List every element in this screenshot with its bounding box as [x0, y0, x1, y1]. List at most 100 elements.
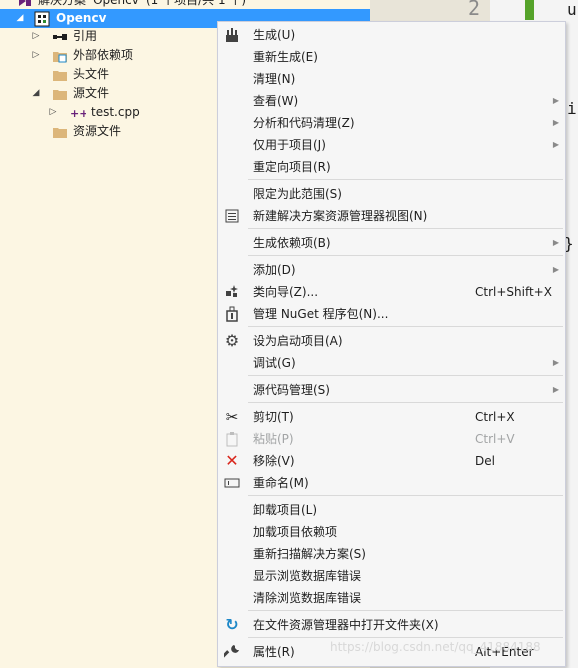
menu-item-project-only[interactable]: 仅用于项目(J) ▶: [218, 134, 565, 156]
menu-separator: [248, 326, 563, 327]
external-dependencies-icon: [52, 48, 68, 64]
menu-item-label: 粘贴(P): [253, 432, 294, 446]
menu-item-label: 移除(V): [253, 454, 295, 468]
menu-item-label: 设为启动项目(A): [253, 334, 343, 348]
menu-separator: [248, 375, 563, 376]
expanded-arrow-icon[interactable]: ◢: [31, 84, 41, 103]
menu-item-clear-db-errors[interactable]: 清除浏览数据库错误: [218, 587, 565, 609]
menu-item-build[interactable]: 生成(U): [218, 24, 565, 46]
menu-separator: [248, 228, 563, 229]
project-icon: [34, 11, 50, 27]
menu-item-label: 清除浏览数据库错误: [253, 591, 362, 605]
menu-item-rebuild[interactable]: 重新生成(E): [218, 46, 565, 68]
menu-item-label: 调试(G): [253, 356, 296, 370]
submenu-arrow-icon: ▶: [552, 238, 559, 247]
menu-item-new-view[interactable]: 新建解决方案资源管理器视图(N): [218, 205, 565, 227]
menu-item-shortcut: Ctrl+V: [475, 432, 515, 446]
menu-item-remove[interactable]: ✕ 移除(V) Del: [218, 450, 565, 472]
submenu-arrow-icon: ▶: [552, 118, 559, 127]
menu-item-show-db-errors[interactable]: 显示浏览数据库错误: [218, 565, 565, 587]
menu-item-shortcut: Del: [475, 454, 495, 468]
menu-item-manage-nuget[interactable]: 管理 NuGet 程序包(N)...: [218, 303, 565, 325]
menu-item-cut[interactable]: ✂ 剪切(T) Ctrl+X: [218, 406, 565, 428]
menu-item-set-startup[interactable]: ⚙ 设为启动项目(A): [218, 330, 565, 352]
menu-item-label: 重新生成(E): [253, 50, 318, 64]
menu-item-debug[interactable]: 调试(G) ▶: [218, 352, 565, 374]
folder-icon: [52, 124, 68, 140]
svg-text:++: ++: [70, 107, 86, 120]
collapsed-arrow-icon[interactable]: ▷: [31, 27, 41, 46]
menu-item-label: 加载项目依赖项: [253, 525, 338, 539]
menu-separator: [248, 255, 563, 256]
wrench-icon: [221, 644, 240, 660]
change-indicator: [525, 0, 534, 20]
menu-item-label: 生成(U): [253, 28, 296, 42]
menu-item-rescan-solution[interactable]: 重新扫描解决方案(S): [218, 543, 565, 565]
menu-item-label: 分析和代码清理(Z): [253, 116, 355, 130]
open-folder-icon: ↻: [225, 615, 239, 634]
menu-item-add[interactable]: 添加(D) ▶: [218, 259, 565, 281]
menu-separator: [248, 179, 563, 180]
menu-item-label: 查看(W): [253, 94, 299, 108]
tree-item-label: 头文件: [73, 67, 110, 81]
collapsed-arrow-icon[interactable]: ▷: [31, 46, 41, 65]
menu-item-label: 类向导(Z)...: [253, 285, 319, 299]
submenu-arrow-icon: ▶: [552, 265, 559, 274]
menu-item-load-dependencies[interactable]: 加载项目依赖项: [218, 521, 565, 543]
project-label: Opencv: [56, 11, 107, 25]
tree-item-label: 源文件: [73, 86, 110, 100]
gear-icon: ⚙: [224, 331, 240, 350]
class-wizard-icon: [224, 284, 240, 300]
menu-item-label: 新建解决方案资源管理器视图(N): [253, 209, 428, 223]
menu-item-view[interactable]: 查看(W) ▶: [218, 90, 565, 112]
tree-item-label: 外部依赖项: [73, 48, 134, 62]
tree-item-references[interactable]: ▷ 引用: [0, 27, 210, 46]
submenu-arrow-icon: ▶: [552, 358, 559, 367]
build-icon: [224, 27, 240, 43]
expanded-arrow-icon[interactable]: ◢: [15, 9, 25, 28]
watermark: https://blog.csdn.net/qq_41884188: [330, 640, 541, 654]
menu-separator: [248, 610, 563, 611]
collapsed-arrow-icon[interactable]: ▷: [48, 103, 58, 122]
menu-item-class-wizard[interactable]: 类向导(Z)... Ctrl+Shift+X: [218, 281, 565, 303]
menu-item-analyze[interactable]: 分析和代码清理(Z) ▶: [218, 112, 565, 134]
menu-item-build-dependencies[interactable]: 生成依赖项(B) ▶: [218, 232, 565, 254]
menu-item-source-control[interactable]: 源代码管理(S) ▶: [218, 379, 565, 401]
tree-item-source-files[interactable]: ◢ 源文件: [0, 84, 210, 103]
menu-item-retarget[interactable]: 重定向项目(R): [218, 156, 565, 178]
menu-item-clean[interactable]: 清理(N): [218, 68, 565, 90]
menu-item-scope[interactable]: 限定为此范围(S): [218, 183, 565, 205]
cpp-file-icon: ++: [70, 105, 88, 121]
menu-item-label: 清理(N): [253, 72, 296, 86]
line-number: 2: [468, 0, 481, 20]
tree-item-label: 资源文件: [73, 124, 122, 138]
folder-icon: [52, 67, 68, 83]
menu-item-label: 限定为此范围(S): [253, 187, 342, 201]
menu-item-label: 添加(D): [253, 263, 296, 277]
menu-item-label: 管理 NuGet 程序包(N)...: [253, 307, 389, 321]
new-view-icon: [224, 208, 240, 224]
menu-item-paste: 粘贴(P) Ctrl+V: [218, 428, 565, 450]
menu-item-label: 重命名(M): [253, 476, 309, 490]
menu-item-shortcut: Ctrl+Shift+X: [475, 285, 552, 299]
menu-item-label: 源代码管理(S): [253, 383, 330, 397]
tree-item-label: test.cpp: [91, 105, 140, 119]
tree-item-resource-files[interactable]: 资源文件: [0, 122, 210, 141]
menu-item-label: 显示浏览数据库错误: [253, 569, 362, 583]
menu-item-label: 剪切(T): [253, 410, 294, 424]
tree-item-header-files[interactable]: 头文件: [0, 65, 210, 84]
submenu-arrow-icon: ▶: [552, 140, 559, 149]
folder-open-icon: [52, 86, 68, 102]
code-fragment: i: [567, 99, 577, 118]
nuget-icon: [224, 306, 240, 322]
solution-icon: [17, 0, 33, 9]
menu-item-unload-project[interactable]: 卸载项目(L): [218, 499, 565, 521]
tree-item-external-dependencies[interactable]: ▷ 外部依赖项: [0, 46, 210, 65]
menu-item-label: 重定向项目(R): [253, 160, 331, 174]
remove-icon: ✕: [225, 451, 239, 470]
menu-item-rename[interactable]: 重命名(M): [218, 472, 565, 494]
tree-item-test-cpp[interactable]: ▷ ++ test.cpp: [0, 103, 210, 122]
menu-item-open-in-explorer[interactable]: ↻ 在文件资源管理器中打开文件夹(X): [218, 614, 565, 636]
paste-icon: [224, 431, 240, 447]
menu-item-shortcut: Ctrl+X: [475, 410, 515, 424]
